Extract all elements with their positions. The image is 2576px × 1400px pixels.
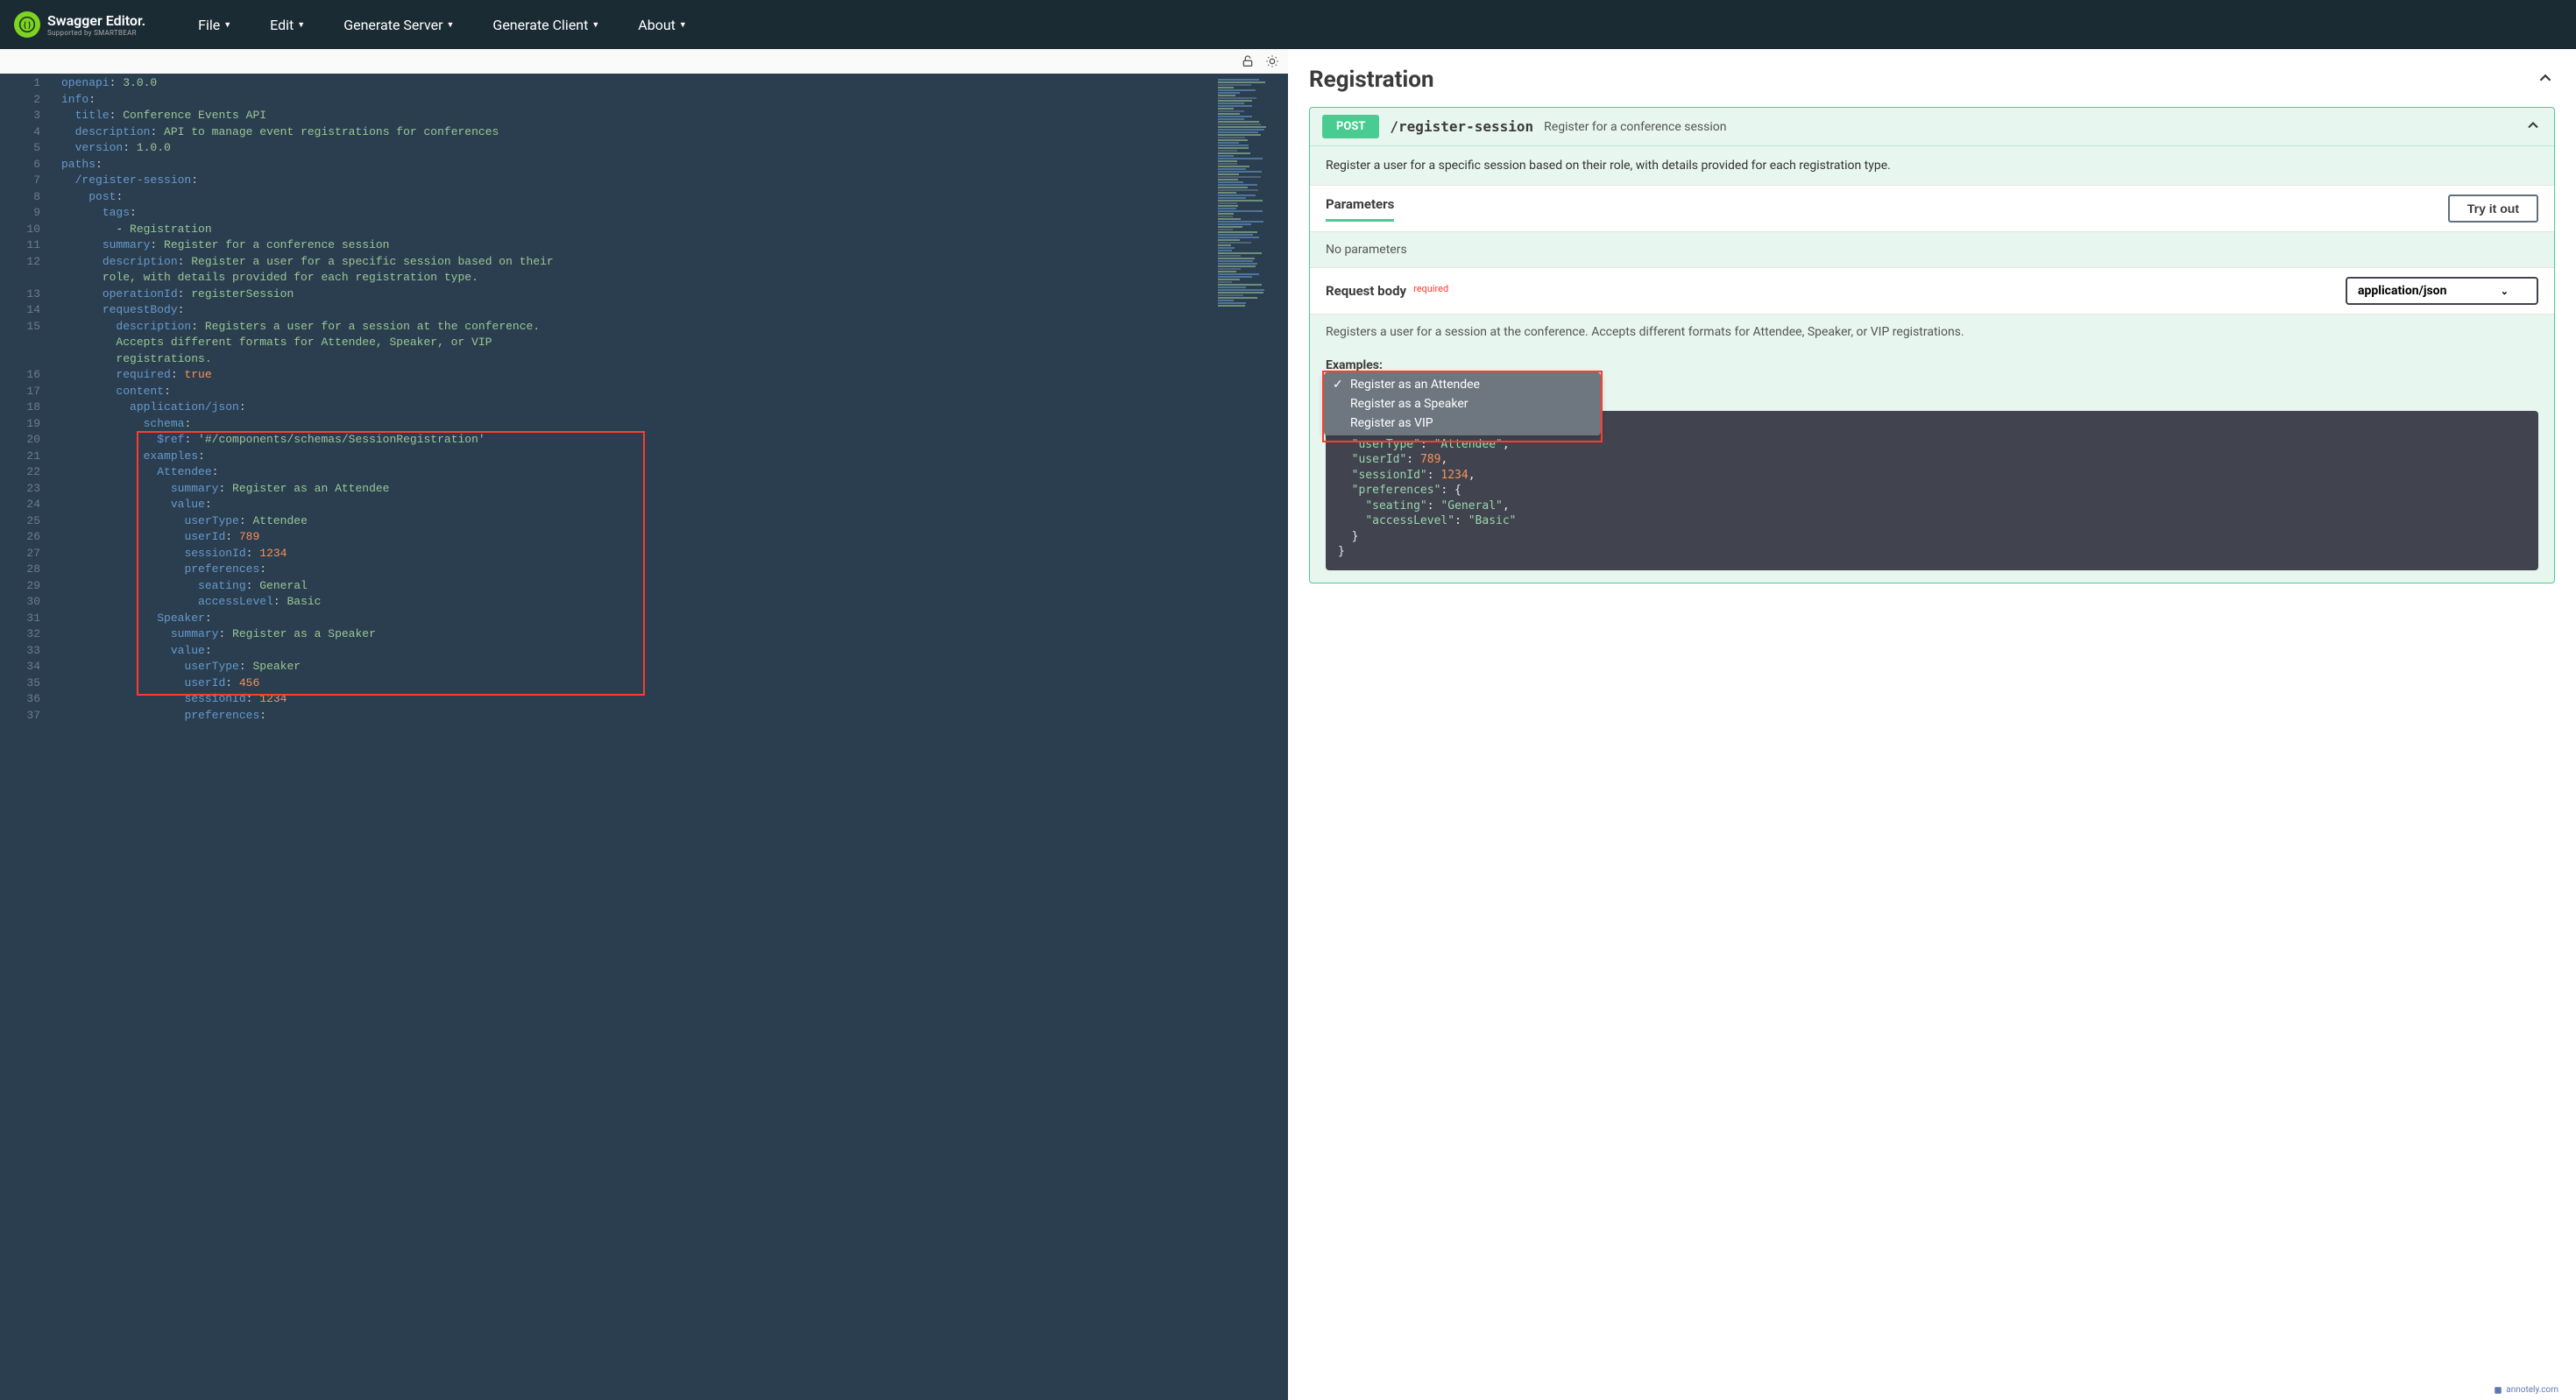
watermark: annotely.com: [2494, 1385, 2558, 1395]
code-content[interactable]: openapi: 3.0.0info: title: Conference Ev…: [49, 74, 1213, 1400]
menu-file[interactable]: File▼: [198, 17, 231, 33]
minimap[interactable]: [1213, 74, 1288, 1400]
chevron-down-icon: ▼: [447, 20, 455, 30]
tag-title: Registration: [1309, 67, 1434, 93]
operation-summary: Register for a conference session: [1544, 120, 1726, 134]
chevron-down-icon: ▼: [591, 20, 599, 30]
line-gutter: 1234567891011121314151617181920212223242…: [0, 74, 49, 1400]
try-it-out-button[interactable]: Try it out: [2448, 194, 2538, 223]
no-parameters-text: No parameters: [1310, 232, 2554, 267]
logo: { } Swagger Editor. Supported by SMARTBE…: [14, 11, 145, 38]
example-option-speaker[interactable]: Register as a Speaker: [1324, 394, 1601, 414]
menu-edit[interactable]: Edit▼: [270, 17, 305, 33]
lock-open-icon[interactable]: [1241, 54, 1255, 68]
chevron-down-icon: ▼: [223, 20, 231, 30]
menu-generate-server[interactable]: Generate Server▼: [343, 17, 454, 33]
editor-pane: 1234567891011121314151617181920212223242…: [0, 49, 1288, 1400]
method-badge: POST: [1322, 115, 1379, 138]
operation-header[interactable]: POST /register-session Register for a co…: [1310, 108, 2554, 145]
examples-dropdown: Register as an Attendee Register as a Sp…: [1324, 372, 1601, 435]
menubar: { } Swagger Editor. Supported by SMARTBE…: [0, 0, 2576, 49]
request-body-title: Request body: [1326, 283, 1406, 299]
operation-path: /register-session: [1390, 118, 1533, 135]
sun-icon[interactable]: [1265, 54, 1279, 68]
request-body-description: Registers a user for a session at the co…: [1310, 315, 2554, 350]
tag-header[interactable]: Registration: [1309, 67, 2555, 93]
parameters-title: Parameters: [1326, 196, 1394, 222]
request-body-bar: Request body required application/json ⌄: [1310, 267, 2554, 315]
chevron-up-icon[interactable]: [2524, 117, 2542, 138]
logo-title: Swagger Editor.: [47, 12, 145, 29]
operation-block: POST /register-session Register for a co…: [1309, 107, 2555, 583]
editor-toolbar: [0, 49, 1288, 74]
example-option-attendee[interactable]: Register as an Attendee: [1324, 375, 1601, 394]
svg-text:{ }: { }: [24, 21, 31, 30]
docs-pane[interactable]: Registration POST /register-session Regi…: [1288, 49, 2576, 1400]
operation-description: Register a user for a specific session b…: [1310, 146, 2554, 185]
mime-value: application/json: [2358, 284, 2446, 298]
required-tag: required: [1413, 283, 1448, 294]
parameters-bar: Parameters Try it out: [1310, 185, 2554, 232]
mime-select[interactable]: application/json ⌄: [2346, 277, 2538, 305]
chevron-down-icon: ⌄: [2501, 286, 2509, 297]
logo-byline: Supported by SMARTBEAR: [47, 29, 145, 37]
menu-about[interactable]: About▼: [638, 17, 687, 33]
example-option-vip[interactable]: Register as VIP: [1324, 414, 1601, 433]
menu-generate-client[interactable]: Generate Client▼: [492, 17, 599, 33]
chevron-up-icon[interactable]: [2536, 68, 2555, 91]
chevron-down-icon: ▼: [297, 20, 305, 30]
code-editor[interactable]: 1234567891011121314151617181920212223242…: [0, 74, 1288, 1400]
swagger-logo-icon: { }: [14, 11, 40, 38]
chevron-down-icon: ▼: [679, 20, 687, 30]
